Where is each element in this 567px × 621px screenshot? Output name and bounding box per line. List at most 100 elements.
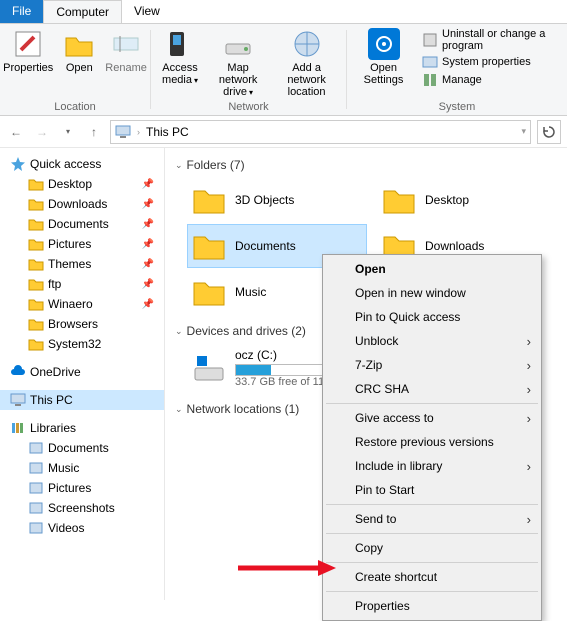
folder-icon <box>28 216 44 232</box>
nav-back-button[interactable]: ← <box>6 122 26 142</box>
sidebar-library-item[interactable]: Videos <box>0 518 164 538</box>
cm-unblock[interactable]: Unblock <box>325 329 539 353</box>
libraries-icon <box>10 420 26 436</box>
cm-give-access[interactable]: Give access to <box>325 406 539 430</box>
properties-button[interactable]: Properties <box>0 26 57 76</box>
open-button[interactable]: Open <box>59 26 99 76</box>
cm-copy[interactable]: Copy <box>325 536 539 560</box>
sidebar-item-label: System32 <box>48 337 101 351</box>
tab-view[interactable]: View <box>122 0 172 23</box>
sidebar-item[interactable]: ftp📌 <box>0 274 164 294</box>
sidebar-item-label: Music <box>48 461 79 475</box>
folder-label: Desktop <box>425 193 469 207</box>
section-folders-label: Folders (7) <box>187 158 245 172</box>
sidebar-library-item[interactable]: Documents <box>0 438 164 458</box>
library-icon <box>28 460 44 476</box>
uninstall-label: Uninstall or change a program <box>442 28 559 52</box>
libraries-label: Libraries <box>30 421 76 435</box>
add-netloc-icon <box>291 28 323 60</box>
cm-create-shortcut[interactable]: Create shortcut <box>325 565 539 589</box>
nav-up-button[interactable]: ↑ <box>84 122 104 142</box>
access-media-label: Access media <box>159 62 201 86</box>
add-network-location-button[interactable]: Add a network location <box>271 26 342 100</box>
folder-open-icon <box>63 28 95 60</box>
tab-file[interactable]: File <box>0 0 43 23</box>
sidebar-item[interactable]: Pictures 📌 <box>0 234 164 254</box>
folder-item[interactable]: Desktop <box>377 178 557 222</box>
rename-button[interactable]: Rename <box>101 26 151 76</box>
sidebar-libraries[interactable]: Libraries <box>0 418 164 438</box>
library-icon <box>28 440 44 456</box>
sidebar-this-pc[interactable]: This PC <box>0 390 164 410</box>
pin-icon: 📌 <box>142 199 160 210</box>
open-settings-label: Open Settings <box>355 62 412 86</box>
this-pc-label: This PC <box>30 393 73 407</box>
sidebar-item-label: Documents <box>48 441 109 455</box>
uninstall-program-button[interactable]: Uninstall or change a program <box>422 28 559 52</box>
nav-recent-button[interactable]: ▾ <box>58 122 78 142</box>
sidebar-item[interactable]: Documents📌 <box>0 214 164 234</box>
chevron-down-icon[interactable]: ▾ <box>521 126 526 137</box>
ribbon-group-system: System <box>347 101 567 113</box>
cm-7zip[interactable]: 7-Zip <box>325 353 539 377</box>
properties-label: Properties <box>3 62 53 74</box>
map-drive-label: Map network drive <box>211 62 265 98</box>
folder-icon <box>28 196 44 212</box>
folder-icon <box>381 182 417 218</box>
settings-gear-icon <box>368 28 400 60</box>
sidebar-item[interactable]: Themes📌 <box>0 254 164 274</box>
section-folders[interactable]: ⌄ Folders (7) <box>175 158 567 172</box>
cm-include-library[interactable]: Include in library <box>325 454 539 478</box>
cm-pin-quick-access[interactable]: Pin to Quick access <box>325 305 539 329</box>
onedrive-label: OneDrive <box>30 365 81 379</box>
title-tabs: File Computer View <box>0 0 567 24</box>
uninstall-icon <box>422 32 438 48</box>
cm-open[interactable]: Open <box>325 257 539 281</box>
sidebar-item[interactable]: Winaero 📌 <box>0 294 164 314</box>
sidebar-item[interactable]: System32 <box>0 334 164 354</box>
cm-crc-sha[interactable]: CRC SHA <box>325 377 539 401</box>
access-media-button[interactable]: Access media <box>155 26 205 100</box>
ribbon-group-network: Network <box>151 101 346 113</box>
sidebar-library-item[interactable]: Music <box>0 458 164 478</box>
folder-label: Downloads <box>425 239 484 253</box>
sidebar-item[interactable]: Browsers <box>0 314 164 334</box>
rename-label: Rename <box>105 62 147 74</box>
cm-send-to[interactable]: Send to <box>325 507 539 531</box>
address-field[interactable]: › This PC ▾ <box>110 120 531 144</box>
pin-icon: 📌 <box>142 299 160 310</box>
folder-icon <box>191 228 227 264</box>
sidebar-item-label: Documents <box>48 217 109 231</box>
sidebar-item[interactable]: Desktop📌 <box>0 174 164 194</box>
sidebar-onedrive[interactable]: OneDrive <box>0 362 164 382</box>
this-pc-icon <box>115 124 131 140</box>
folder-icon <box>191 182 227 218</box>
cm-restore-versions[interactable]: Restore previous versions <box>325 430 539 454</box>
folder-icon <box>191 274 227 310</box>
open-settings-button[interactable]: Open Settings <box>351 26 416 88</box>
sidebar-item-label: Pictures <box>48 237 91 251</box>
library-icon <box>28 500 44 516</box>
pin-icon: 📌 <box>142 239 160 250</box>
cm-open-new-window[interactable]: Open in new window <box>325 281 539 305</box>
manage-button[interactable]: Manage <box>422 72 559 88</box>
refresh-button[interactable] <box>537 120 561 144</box>
sidebar-item-label: Desktop <box>48 177 92 191</box>
cloud-icon <box>10 364 26 380</box>
sidebar-library-item[interactable]: Screenshots <box>0 498 164 518</box>
map-network-drive-button[interactable]: Map network drive <box>207 26 269 100</box>
tab-computer[interactable]: Computer <box>43 0 122 23</box>
cm-pin-start[interactable]: Pin to Start <box>325 478 539 502</box>
folder-item[interactable]: 3D Objects <box>187 178 367 222</box>
nav-forward-button[interactable]: → <box>32 122 52 142</box>
sidebar-item-label: Downloads <box>48 197 107 211</box>
ribbon-group-location: Location <box>0 101 150 113</box>
system-properties-button[interactable]: System properties <box>422 54 559 70</box>
sidebar-item-label: Winaero <box>48 297 93 311</box>
folder-icon <box>28 176 44 192</box>
sidebar-library-item[interactable]: Pictures <box>0 478 164 498</box>
chevron-down-icon: ⌄ <box>175 160 183 171</box>
sidebar-quick-access[interactable]: Quick access <box>0 154 164 174</box>
sidebar-item[interactable]: Downloads 📌 <box>0 194 164 214</box>
cm-properties[interactable]: Properties <box>325 594 539 618</box>
